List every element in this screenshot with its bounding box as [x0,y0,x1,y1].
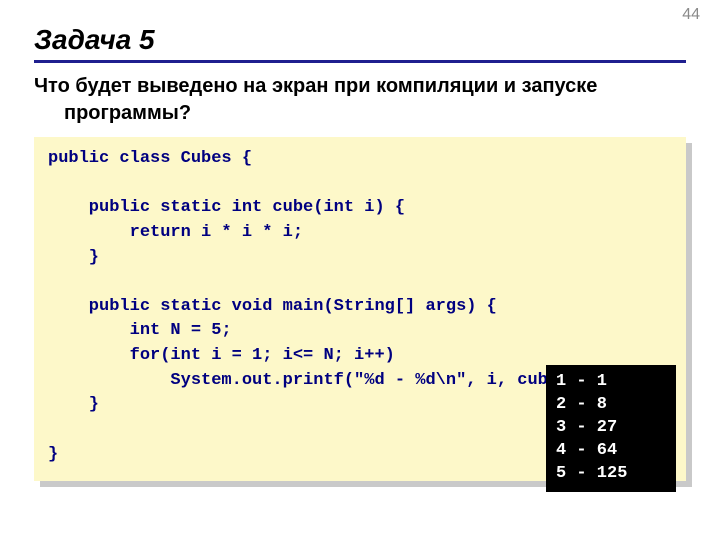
question-prompt: Что будет выведено на экран при компиляц… [34,73,686,127]
page-number: 44 [682,6,700,24]
prompt-line-1: Что будет выведено на экран при компиляц… [34,75,597,97]
slide: 44 Задача 5 Что будет выведено на экран … [0,0,720,540]
output-block: 1 - 1 2 - 8 3 - 27 4 - 64 5 - 125 [546,365,676,492]
slide-title: Задача 5 [34,24,686,56]
prompt-line-2: программы? [34,100,686,127]
title-underline [34,60,686,63]
